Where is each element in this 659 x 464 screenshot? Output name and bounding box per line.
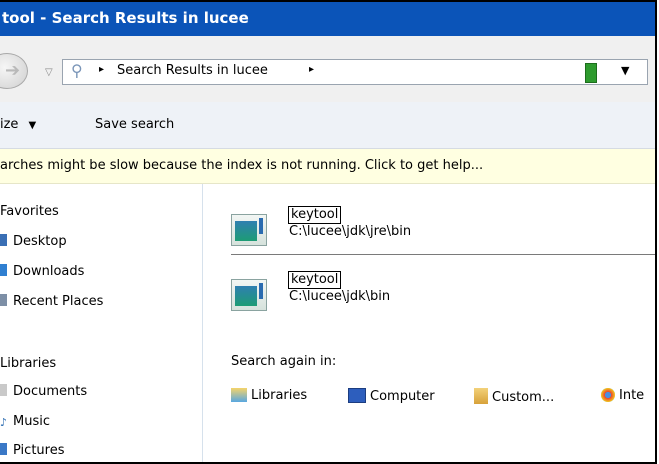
command-toolbar: ize ▼ Save search <box>0 102 655 149</box>
breadcrumb-search-results[interactable]: Search Results in lucee <box>117 63 268 78</box>
forward-button[interactable]: ➔ <box>0 53 28 89</box>
address-dropdown-icon[interactable]: ▼ <box>621 64 629 77</box>
refresh-icon[interactable] <box>585 63 597 83</box>
downloads-icon <box>0 264 7 276</box>
save-search-button[interactable]: Save search <box>95 117 174 132</box>
list-item[interactable]: keytool C:\lucee\jdk\jre\bin <box>231 204 655 255</box>
libraries-icon <box>231 388 247 402</box>
breadcrumb-arrow-icon[interactable]: ▸ <box>99 64 104 75</box>
search-again-computer[interactable]: Computer <box>348 388 435 404</box>
application-icon <box>231 279 267 311</box>
index-warning-text: arches might be slow because the index i… <box>0 158 484 173</box>
result-name: keytool <box>288 271 342 289</box>
custom-folder-icon <box>474 388 488 404</box>
search-again-libraries[interactable]: Libraries <box>231 388 307 403</box>
nav-libraries-header[interactable]: Libraries <box>0 356 56 371</box>
search-again-label: Search again in: <box>231 354 337 369</box>
forward-arrow-icon: ➔ <box>5 60 21 81</box>
nav-favorites-header[interactable]: Favorites <box>0 204 59 219</box>
list-item[interactable]: keytool C:\lucee\jdk\bin <box>231 269 655 319</box>
window-title: tool - Search Results in lucee <box>2 9 249 27</box>
navigation-pane: Favorites Desktop Downloads Recent Place… <box>0 184 203 462</box>
computer-icon <box>348 388 366 403</box>
breadcrumb-arrow-icon[interactable]: ▸ <box>309 64 314 75</box>
nav-item-desktop[interactable]: Desktop <box>0 234 67 249</box>
pictures-icon <box>0 443 7 455</box>
nav-item-documents[interactable]: Documents <box>0 384 87 399</box>
application-icon <box>231 214 267 246</box>
chevron-down-icon: ▼ <box>28 120 37 131</box>
result-path: C:\lucee\jdk\bin <box>289 289 391 304</box>
organize-label: ize <box>0 117 19 132</box>
search-icon: ⚲ <box>71 61 83 80</box>
search-again-custom[interactable]: Custom... <box>474 388 554 405</box>
chrome-icon <box>601 388 615 402</box>
nav-item-pictures[interactable]: Pictures <box>0 443 64 458</box>
address-bar-area: ➔ ▽ ⚲ ▸ Search Results in lucee ▸ ▼ <box>0 36 655 103</box>
search-again-internet[interactable]: Inte <box>601 388 644 403</box>
index-warning-bar[interactable]: arches might be slow because the index i… <box>0 149 655 184</box>
nav-item-recent-places[interactable]: Recent Places <box>0 294 103 309</box>
documents-icon <box>0 384 7 396</box>
results-pane: keytool C:\lucee\jdk\jre\bin keytool C:\… <box>203 184 655 462</box>
address-box[interactable]: ⚲ ▸ Search Results in lucee ▸ ▼ <box>62 59 648 85</box>
nav-item-downloads[interactable]: Downloads <box>0 264 84 279</box>
result-path: C:\lucee\jdk\jre\bin <box>289 224 412 239</box>
explorer-window: tool - Search Results in lucee ➔ ▽ ⚲ ▸ S… <box>0 0 657 464</box>
title-bar[interactable]: tool - Search Results in lucee <box>0 2 655 36</box>
recent-pages-dropdown-icon[interactable]: ▽ <box>45 67 53 78</box>
result-name: keytool <box>288 206 342 224</box>
recent-places-icon <box>0 294 7 306</box>
organize-button[interactable]: ize ▼ <box>0 117 36 132</box>
nav-item-music[interactable]: ♪ Music <box>0 414 50 429</box>
desktop-icon <box>0 234 7 246</box>
music-icon: ♪ <box>0 416 8 429</box>
